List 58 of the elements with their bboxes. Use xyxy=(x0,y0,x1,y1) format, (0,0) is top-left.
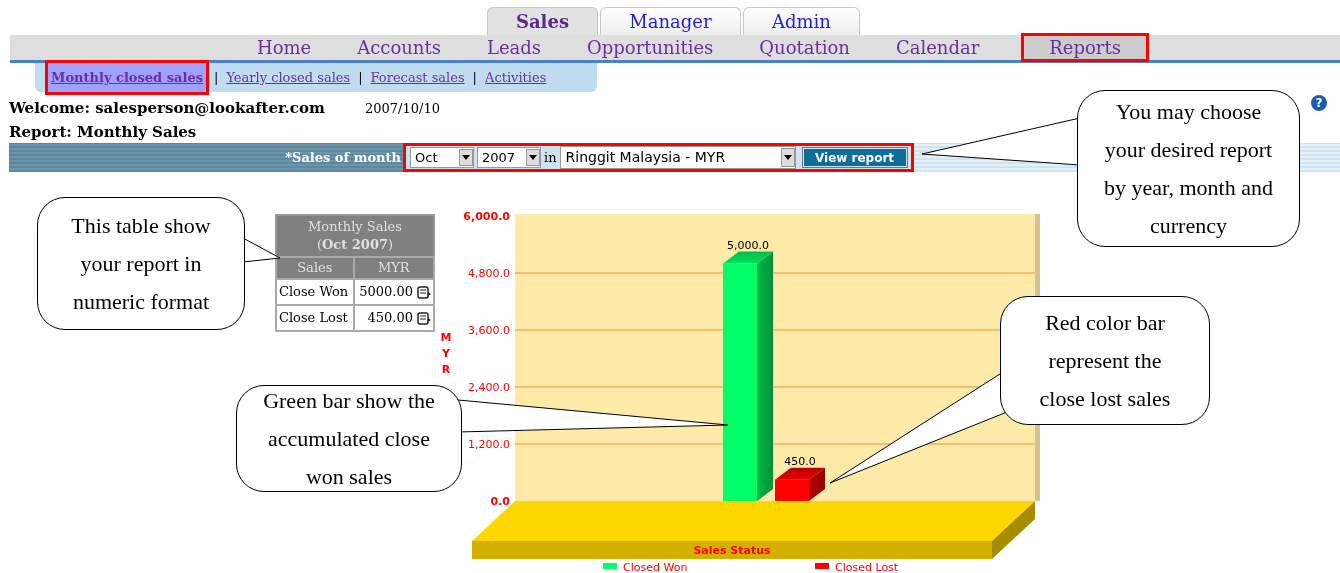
subnav-link[interactable]: Activities xyxy=(485,67,547,88)
axis-tick-label: 3,600.0 xyxy=(468,324,510,337)
legend-label: Closed Lost xyxy=(835,561,899,573)
table-cell-text: 450.00 xyxy=(367,309,413,328)
subnav-link[interactable]: Monthly closed sales xyxy=(48,62,206,93)
nav-link[interactable]: Accounts xyxy=(345,35,453,60)
axis-title: Sales Status xyxy=(693,544,771,557)
tab[interactable]: Admin xyxy=(743,7,860,35)
nav-link[interactable]: Calendar xyxy=(883,35,992,60)
axis-title: MYR xyxy=(440,331,452,376)
month-select[interactable]: Oct xyxy=(410,147,474,168)
nav-link[interactable]: Opportunities xyxy=(575,35,726,60)
nav-link[interactable]: Leads xyxy=(474,35,554,60)
welcome-text: Welcome: salesperson@lookafter.com xyxy=(9,98,326,119)
axis-tick-label: 1,200.0 xyxy=(468,438,510,451)
table-cell: Close Won xyxy=(276,279,354,305)
connector-text: in xyxy=(544,148,557,167)
table-cell: Close Lost xyxy=(276,305,354,331)
separator-text: | xyxy=(214,68,219,87)
subnav-link[interactable]: Yearly closed sales xyxy=(226,67,351,88)
legend-label: Closed Won xyxy=(623,561,688,573)
currency-select[interactable]: Ringgit Malaysia - MYR xyxy=(559,146,796,169)
document-icon[interactable] xyxy=(417,311,431,325)
callout-tail xyxy=(242,237,281,263)
filter-label: *Sales of month xyxy=(285,148,401,167)
separator-text: | xyxy=(358,68,363,87)
nav-link[interactable]: Quotation xyxy=(747,35,862,60)
table-cell-text: 5000.00 xyxy=(359,283,413,302)
help-icon[interactable]: ? xyxy=(1311,95,1327,111)
callout-bubble: This table show your report in numeric format xyxy=(37,197,245,330)
bar-depth-drawing xyxy=(775,467,825,501)
subnav-link[interactable]: Forecast sales xyxy=(370,67,465,88)
caret-icon xyxy=(459,149,473,166)
document-icon[interactable] xyxy=(417,285,431,299)
view-report-button[interactable]: View report xyxy=(802,148,907,167)
caret-icon xyxy=(526,149,540,166)
axis-tick-label: 0.0 xyxy=(490,495,510,508)
column-header: MYR xyxy=(353,257,434,279)
axis-tick-label: 2,400.0 xyxy=(468,381,510,394)
tab[interactable]: Sales xyxy=(487,7,598,35)
year-select[interactable]: 2007 xyxy=(477,147,541,168)
nav-link[interactable]: Reports xyxy=(1023,35,1147,60)
caret-icon xyxy=(780,148,795,167)
date-text: 2007/10/10 xyxy=(365,100,440,118)
data-label: 450.0 xyxy=(784,454,816,468)
axis-tick-label: 4,800.0 xyxy=(468,267,510,280)
callout-bubble: You may choose your desired report by year, month and currency xyxy=(1077,90,1300,247)
column-header: Sales xyxy=(276,257,354,279)
callout-bubble: Green bar show the accumulated close won sales xyxy=(236,385,462,492)
nav-link[interactable]: Home xyxy=(245,35,324,60)
tab[interactable]: Manager xyxy=(600,7,741,35)
axis-tick-label: 6,000.0 xyxy=(463,210,510,223)
table-period: (Oct 2007) xyxy=(315,236,395,254)
separator-text: | xyxy=(472,68,477,87)
data-label: 5,000.0 xyxy=(727,238,769,252)
table-title: Monthly Sales xyxy=(307,218,403,236)
callout-bubble: Red color bar represent the close lost sales xyxy=(1000,296,1210,425)
report-title: Report: Monthly Sales xyxy=(9,123,197,141)
